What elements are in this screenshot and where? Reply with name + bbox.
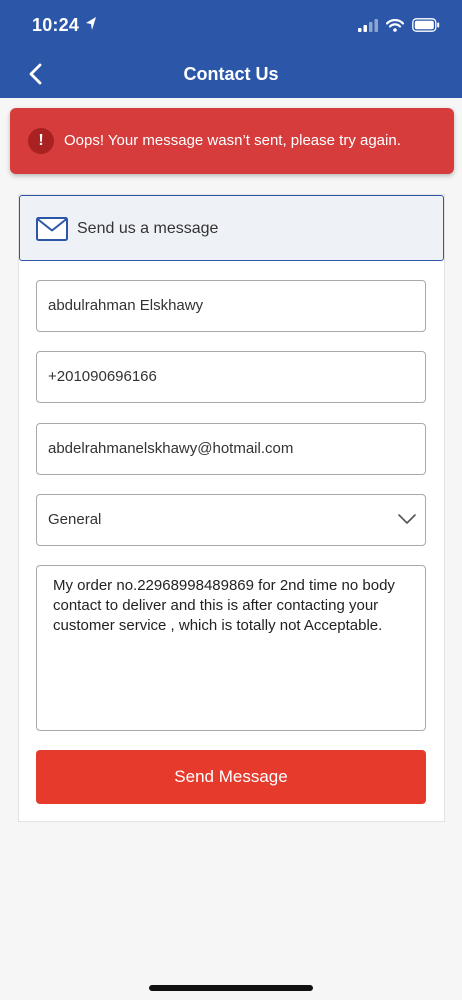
subject-select-value: General — [48, 511, 102, 528]
subject-select[interactable]: General — [36, 494, 426, 546]
status-bar: 10:24 — [0, 0, 462, 50]
app-header: 10:24 Contact Us — [0, 0, 462, 98]
email-field[interactable]: abdelrahmanelskhawy@hotmail.com — [36, 423, 426, 475]
nav-bar: Contact Us — [0, 50, 462, 98]
wifi-icon — [386, 18, 404, 32]
exclamation-icon: ! — [28, 128, 54, 154]
message-textarea[interactable]: My order no.22968998489869 for 2nd time … — [36, 565, 426, 731]
cellular-signal-icon — [358, 18, 378, 32]
phone-field[interactable]: +201090696166 — [36, 351, 426, 403]
send-message-button[interactable]: Send Message — [36, 750, 426, 804]
phone-field-value: +201090696166 — [48, 368, 157, 385]
status-time: 10:24 — [32, 15, 80, 35]
location-arrow-icon — [86, 17, 96, 30]
name-field[interactable]: abdulrahman Elskhawy — [36, 280, 426, 332]
form-card-header: Send us a message — [19, 195, 444, 261]
page-title: Contact Us — [183, 64, 279, 84]
status-icons — [358, 14, 440, 36]
message-textarea-value: My order no.22968998489869 for 2nd time … — [53, 577, 395, 634]
home-indicator — [149, 985, 313, 991]
form-title: Send us a message — [77, 220, 219, 237]
envelope-icon — [36, 217, 68, 241]
contact-form-card: Send us a message abdulrahman Elskhawy +… — [18, 194, 445, 822]
name-field-value: abdulrahman Elskhawy — [48, 297, 204, 314]
error-banner: ! Oops! Your message wasn’t sent, please… — [10, 108, 454, 174]
email-field-value: abdelrahmanelskhawy@hotmail.com — [48, 440, 294, 457]
chevron-down-icon — [398, 514, 416, 524]
battery-icon — [412, 18, 440, 32]
error-message: Oops! Your message wasn’t sent, please t… — [64, 132, 401, 149]
